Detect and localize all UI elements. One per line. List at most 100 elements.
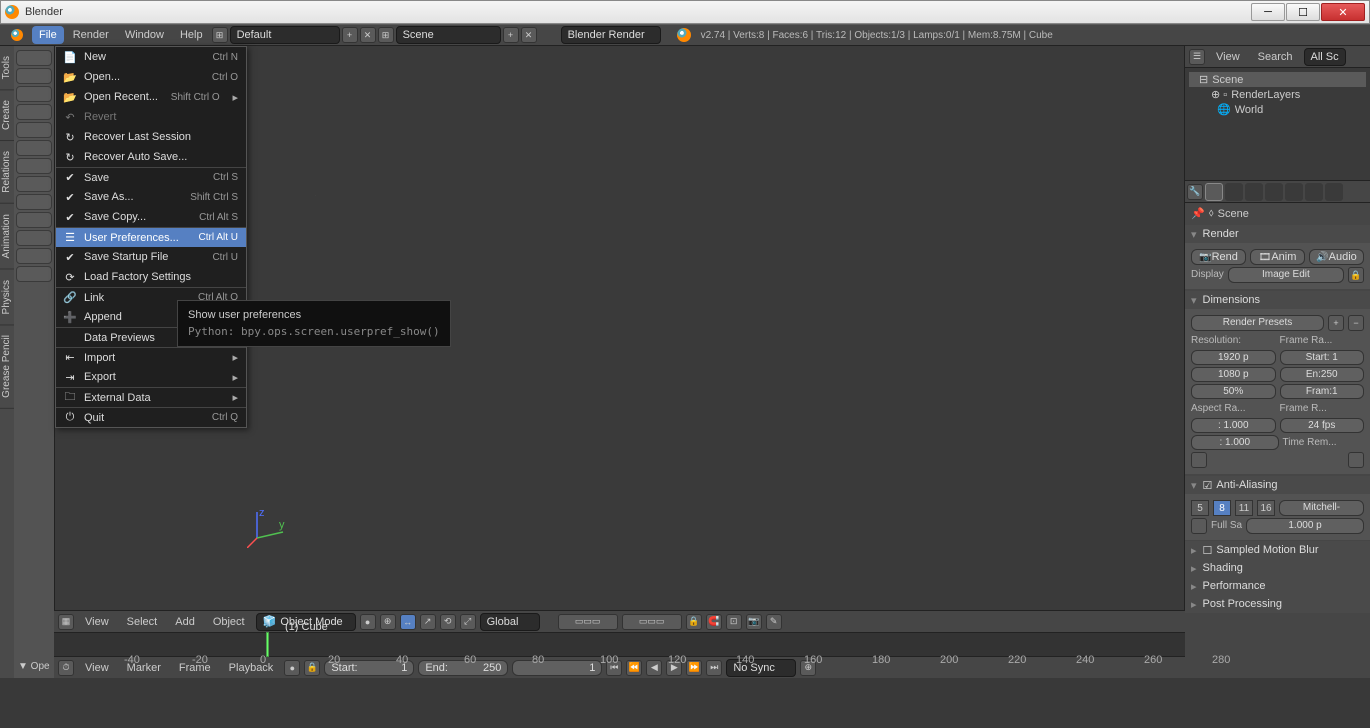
editor-type-icon[interactable]: ▦ [58,614,74,630]
aspect-x-field[interactable]: : 1.000 [1191,418,1276,433]
aa-16-button[interactable]: 16 [1257,500,1275,516]
aa-11-button[interactable]: 11 [1235,500,1253,516]
menu-file[interactable]: File [32,26,64,44]
panel-performance[interactable]: Performance [1185,577,1370,595]
menu-render[interactable]: Render [66,26,116,44]
res-pct-field[interactable]: 50% [1191,384,1276,399]
display-dropdown[interactable]: Image Edit [1228,267,1344,283]
close-button[interactable]: ✕ [1321,3,1365,21]
frame-step-field[interactable]: Fram:1 [1280,384,1365,399]
border-checkbox[interactable] [1191,452,1207,468]
tool-tab-animation[interactable]: Animation [0,204,14,269]
menu-help[interactable]: Help [173,26,210,44]
scene-remove-button[interactable]: ✕ [521,27,537,43]
menu-item-save-as[interactable]: ✔Save As...Shift Ctrl S [56,187,246,207]
panel-shading[interactable]: Shading [1185,559,1370,577]
shading-solid-icon[interactable]: ● [360,614,376,630]
menu-item-user-preferences[interactable]: ☰User Preferences...Ctrl Alt U [56,227,246,247]
tool-button[interactable] [16,86,52,102]
lock-icon[interactable]: 🔒 [304,660,320,676]
add-preset-icon[interactable]: + [1328,315,1344,331]
menu-item-export[interactable]: ⇥Export▸ [56,367,246,387]
editor-type-icon[interactable]: ☰ [1189,49,1205,65]
tool-button[interactable] [16,68,52,84]
scene-browse-icon[interactable]: ⊞ [378,27,394,43]
menu-item-save-copy[interactable]: ✔Save Copy...Ctrl Alt S [56,207,246,227]
editor-type-icon[interactable]: 🔧 [1187,184,1203,200]
layout-remove-button[interactable]: ✕ [360,27,376,43]
menu-item-save-startup-file[interactable]: ✔Save Startup FileCtrl U [56,247,246,267]
tool-button[interactable] [16,230,52,246]
snap-type-icon[interactable]: ⊡ [726,614,742,630]
menu-window[interactable]: Window [118,26,171,44]
tab-world-icon[interactable] [1265,183,1283,201]
tool-button[interactable] [16,194,52,210]
aspect-y-field[interactable]: : 1.000 [1191,435,1279,450]
pin-icon[interactable]: 📌 [1191,207,1205,220]
outliner-item-world[interactable]: 🌐 World [1189,102,1366,117]
timeline-cursor[interactable] [267,633,268,656]
view3d-select[interactable]: Select [120,613,165,631]
layout-dropdown[interactable]: Default [230,26,340,44]
snap-icon[interactable]: 🧲 [706,614,722,630]
maximize-button[interactable]: ☐ [1286,3,1320,21]
timeline[interactable]: -40-200204060801001201401601802002202402… [54,632,1185,656]
presets-dropdown[interactable]: Render Presets [1191,315,1324,331]
fps-field[interactable]: 24 fps [1280,418,1365,433]
render-preview-icon[interactable]: 📷 [746,614,762,630]
outliner-item-renderlayers[interactable]: ⊕ ▫ RenderLayers [1189,87,1366,102]
pixel-filter-field[interactable]: 1.000 p [1246,518,1364,534]
menu-item-external-data[interactable]: 🗀External Data▸ [56,387,246,407]
tool-button[interactable] [16,248,52,264]
render-button[interactable]: 📷Rend [1191,249,1246,265]
scene-add-button[interactable]: + [503,27,519,43]
lock-icon[interactable]: 🔒 [686,614,702,630]
frame-start-field[interactable]: Start: 1 [1280,350,1365,365]
layers-button[interactable]: ▭▭▭ [622,614,682,630]
tool-tab-tools[interactable]: Tools [0,46,14,90]
menu-item-open[interactable]: 📂Open...Ctrl O [56,67,246,87]
manip-translate-icon[interactable]: ↗ [420,614,436,630]
view3d-object[interactable]: Object [206,613,252,631]
editor-type-icon[interactable]: ⏱ [58,660,74,676]
pivot-icon[interactable]: ⊕ [380,614,396,630]
tab-constraints-icon[interactable] [1305,183,1323,201]
menu-item-open-recent[interactable]: 📂Open Recent...Shift Ctrl O▸ [56,87,246,107]
res-y-field[interactable]: 1080 p [1191,367,1276,382]
menu-item-new[interactable]: 📄NewCtrl N [56,47,246,67]
tool-button[interactable] [16,176,52,192]
tool-button[interactable] [16,50,52,66]
tool-button[interactable] [16,266,52,282]
menu-item-load-factory-settings[interactable]: ⟳Load Factory Settings [56,267,246,287]
tool-button[interactable] [16,212,52,228]
keyframe-next-icon[interactable]: ⏩ [686,660,702,676]
scene-dropdown[interactable]: Scene [396,26,501,44]
outliner-item-scene[interactable]: ⊟ Scene [1189,72,1366,87]
aa-filter-dropdown[interactable]: Mitchell- [1279,500,1364,516]
tab-renderlayers-icon[interactable] [1225,183,1243,201]
tool-button[interactable] [16,122,52,138]
tool-button[interactable] [16,158,52,174]
view3d-add[interactable]: Add [168,613,202,631]
tool-tab-grease-pencil[interactable]: Grease Pencil [0,325,14,409]
menu-item-recover-last-session[interactable]: ↻Recover Last Session [56,127,246,147]
tab-render-icon[interactable] [1205,183,1223,201]
menu-item-import[interactable]: ⇤Import▸ [56,347,246,367]
lock-icon[interactable]: 🔒 [1348,267,1364,283]
panel-post-processing[interactable]: Post Processing [1185,595,1370,613]
current-frame-field[interactable]: 1 [512,660,602,676]
res-x-field[interactable]: 1920 p [1191,350,1276,365]
tool-tab-physics[interactable]: Physics [0,270,14,325]
engine-dropdown[interactable]: Blender Render [561,26,661,44]
view3d-view[interactable]: View [78,613,116,631]
aa-5-button[interactable]: 5 [1191,500,1209,516]
menu-item-quit[interactable]: ⏻QuitCtrl Q [56,407,246,427]
timeremap-checkbox[interactable] [1348,452,1364,468]
play-reverse-icon[interactable]: ◀ [646,660,662,676]
menu-item-save[interactable]: ✔SaveCtrl S [56,167,246,187]
tool-tab-create[interactable]: Create [0,90,14,141]
menu-item-recover-auto-save[interactable]: ↻Recover Auto Save... [56,147,246,167]
anim-button[interactable]: 🎞Anim [1250,249,1305,265]
tool-tab-relations[interactable]: Relations [0,141,14,204]
layers-button[interactable]: ▭▭▭ [558,614,618,630]
